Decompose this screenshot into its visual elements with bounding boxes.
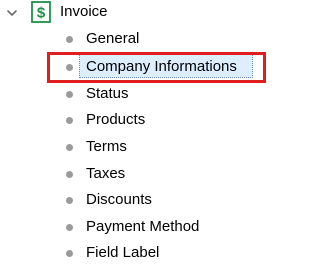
- tree-item-label: Discounts: [86, 191, 152, 208]
- bullet-icon: [66, 224, 73, 231]
- tree-item-label: Status: [86, 85, 129, 102]
- invoice-tree: $ Invoice General Company Informations S…: [0, 0, 287, 270]
- bullet-icon: [66, 144, 73, 151]
- tree-item-label: Terms: [86, 138, 127, 155]
- invoice-children: General Company Informations Status Prod…: [0, 0, 287, 270]
- red-highlight-annotation: [47, 52, 266, 83]
- tree-item-products[interactable]: Products: [58, 107, 283, 133]
- bullet-icon: [66, 117, 73, 124]
- tree-item-field-label[interactable]: Field Label: [58, 240, 283, 266]
- tree-item-label: Payment Method: [86, 218, 200, 235]
- bullet-icon: [66, 91, 73, 98]
- bullet-icon: [66, 250, 73, 257]
- bullet-icon: [66, 197, 73, 204]
- tree-item-discounts[interactable]: Discounts: [58, 187, 283, 213]
- bullet-icon: [66, 36, 73, 43]
- tree-item-payment-method[interactable]: Payment Method: [58, 214, 283, 240]
- tree-item-label: Field Label: [86, 244, 160, 261]
- tree-item-terms[interactable]: Terms: [58, 134, 283, 160]
- bullet-icon: [66, 171, 73, 178]
- tree-item-status[interactable]: Status: [58, 81, 283, 107]
- tree-item-general[interactable]: General: [58, 26, 283, 52]
- tree-item-label: Taxes: [86, 165, 126, 182]
- tree-item-label: Products: [86, 111, 146, 128]
- tree-item-taxes[interactable]: Taxes: [58, 161, 283, 187]
- tree-item-label: General: [86, 30, 140, 47]
